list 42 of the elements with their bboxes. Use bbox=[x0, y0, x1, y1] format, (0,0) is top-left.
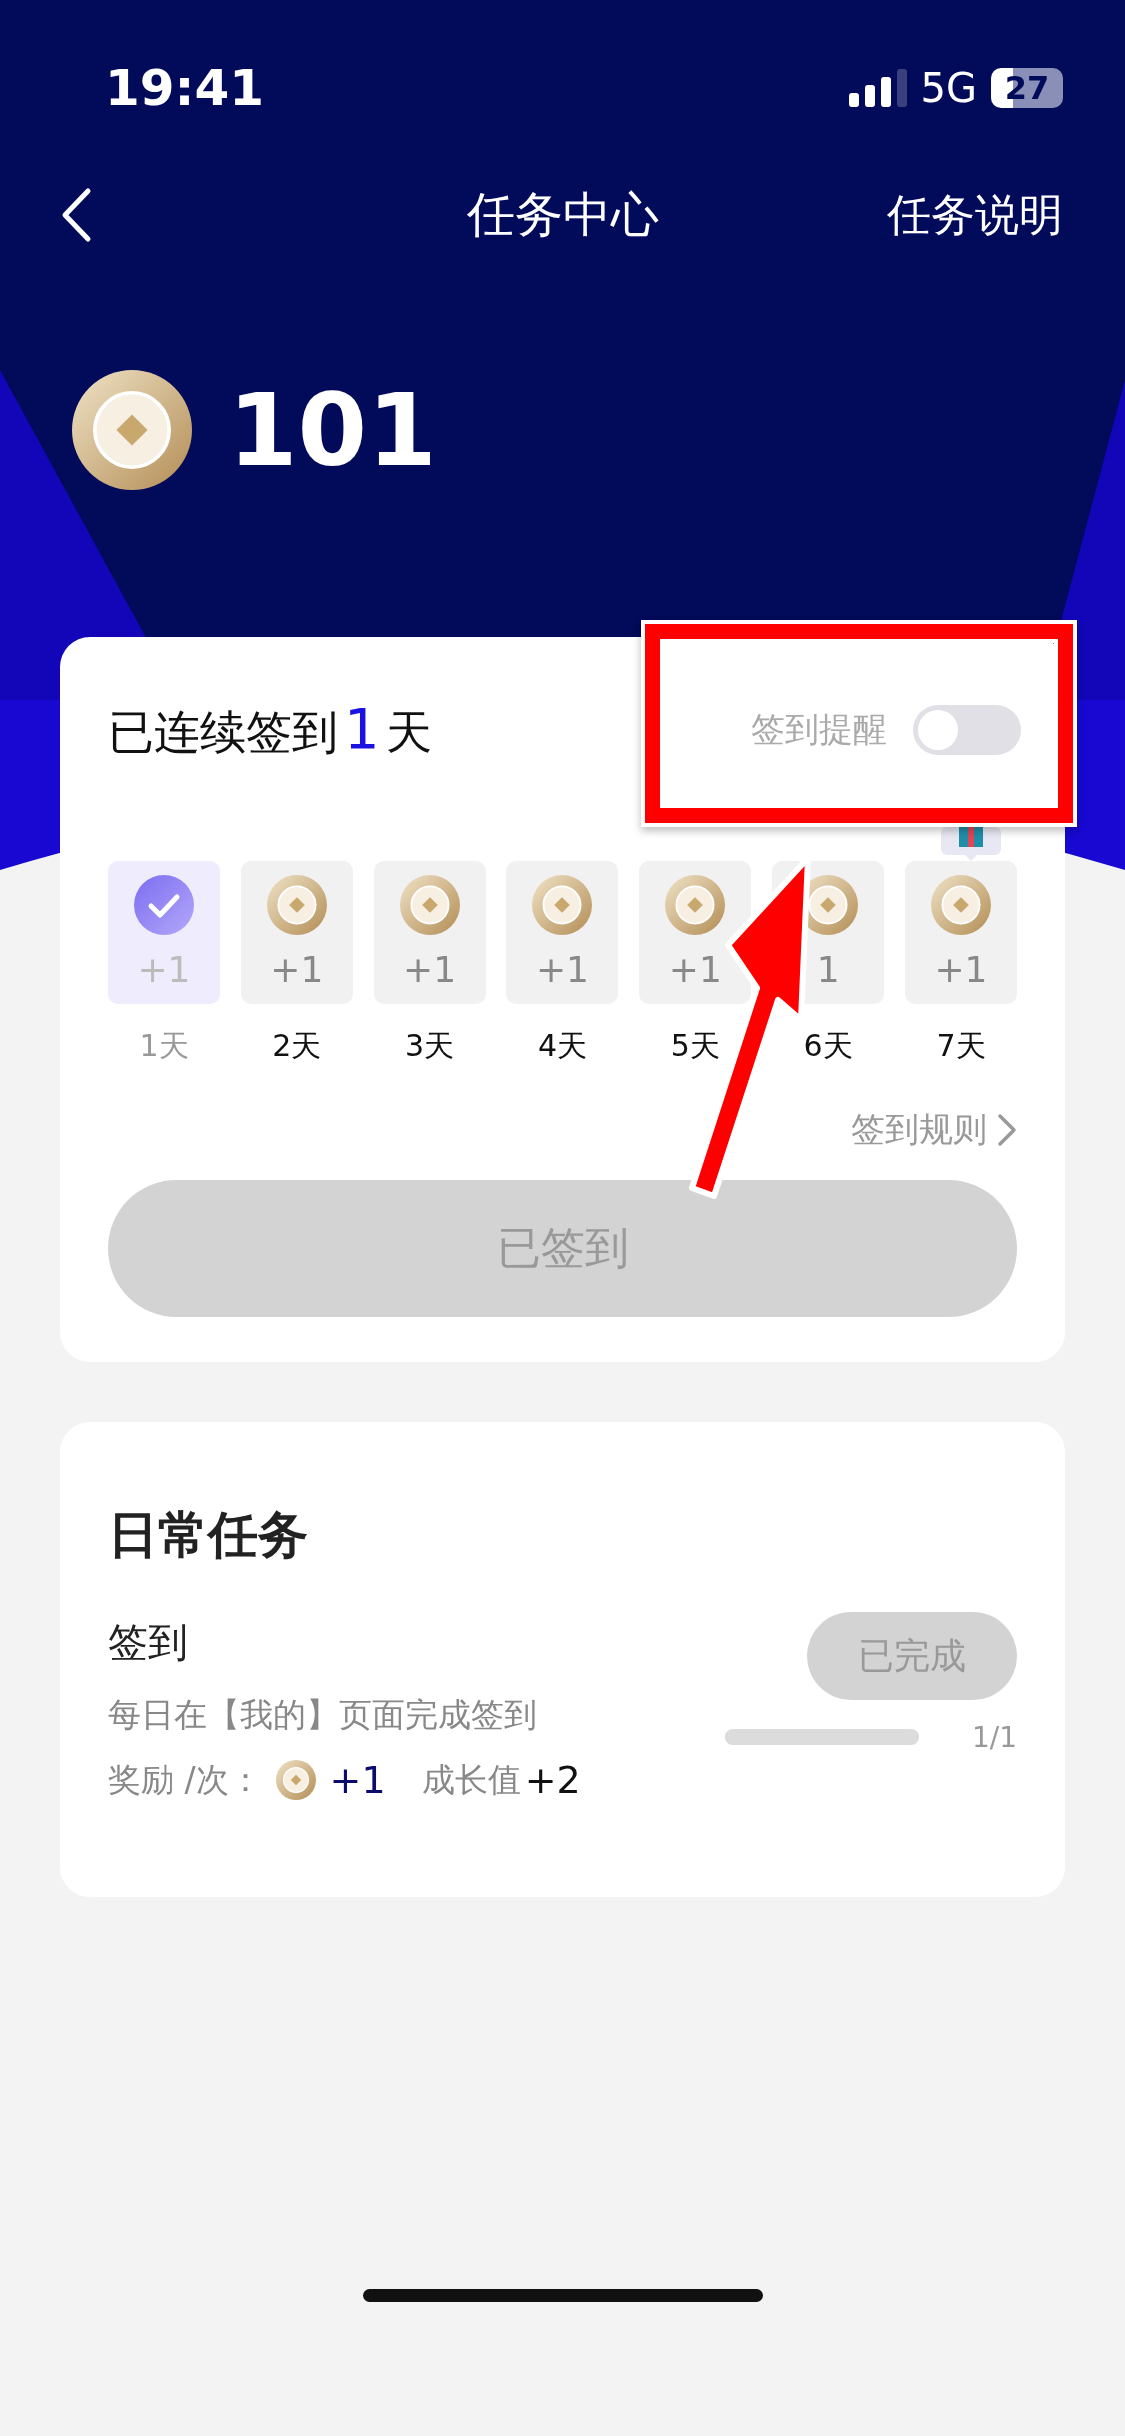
day-label: 5天 bbox=[670, 1027, 720, 1065]
points-balance: 101 bbox=[228, 371, 437, 489]
day-label: 1天 bbox=[139, 1027, 189, 1065]
coin-icon bbox=[399, 875, 460, 935]
streak-text: 已连续签到 1 天 bbox=[108, 696, 432, 763]
reminder-toggle[interactable] bbox=[913, 705, 1021, 755]
status-time: 19:41 bbox=[105, 59, 265, 117]
day-label: 3天 bbox=[405, 1027, 455, 1065]
growth-reward: +2 bbox=[524, 1758, 581, 1802]
task-name: 签到 bbox=[108, 1620, 189, 1664]
reward-label: 奖励 /次： bbox=[108, 1758, 262, 1801]
network-label: 5G bbox=[920, 65, 977, 111]
reward-amount: +1 bbox=[934, 949, 988, 990]
task-info-link[interactable]: 任务说明 bbox=[887, 185, 1063, 245]
coin-icon bbox=[275, 1760, 316, 1800]
reward-amount: +1 bbox=[403, 949, 457, 990]
day-label: 7天 bbox=[936, 1027, 986, 1065]
check-icon bbox=[134, 875, 194, 935]
growth-label: 成长值 bbox=[421, 1758, 521, 1801]
back-icon[interactable] bbox=[60, 187, 92, 243]
chevron-icon bbox=[997, 1113, 1017, 1147]
coin-reward: +1 bbox=[329, 1758, 386, 1802]
reward-amount: +1 bbox=[668, 949, 722, 990]
day-label: 2天 bbox=[272, 1027, 322, 1065]
reward-amount: +1 bbox=[270, 949, 324, 990]
coin-icon bbox=[930, 875, 991, 935]
reminder-label: 签到提醒 bbox=[751, 708, 887, 751]
reward-amount: 1 bbox=[816, 949, 840, 990]
progress-count: 1/1 bbox=[971, 1720, 1017, 1754]
day-label: 4天 bbox=[537, 1027, 588, 1065]
reward-amount: +1 bbox=[137, 949, 191, 990]
signal-icon bbox=[848, 69, 907, 107]
task-description: 每日在【我的】页面完成签到 bbox=[108, 1694, 538, 1736]
coin-icon bbox=[532, 875, 593, 935]
coin-icon bbox=[665, 875, 726, 935]
rules-link[interactable]: 签到规则 bbox=[851, 1107, 1017, 1153]
day-label: 6天 bbox=[803, 1027, 853, 1065]
coin-icon bbox=[72, 370, 192, 490]
page-title: 任务中心 bbox=[466, 186, 659, 242]
reward-amount: +1 bbox=[535, 949, 589, 990]
coin-icon bbox=[266, 875, 327, 935]
section-title: 日常任务 bbox=[108, 1507, 309, 1563]
